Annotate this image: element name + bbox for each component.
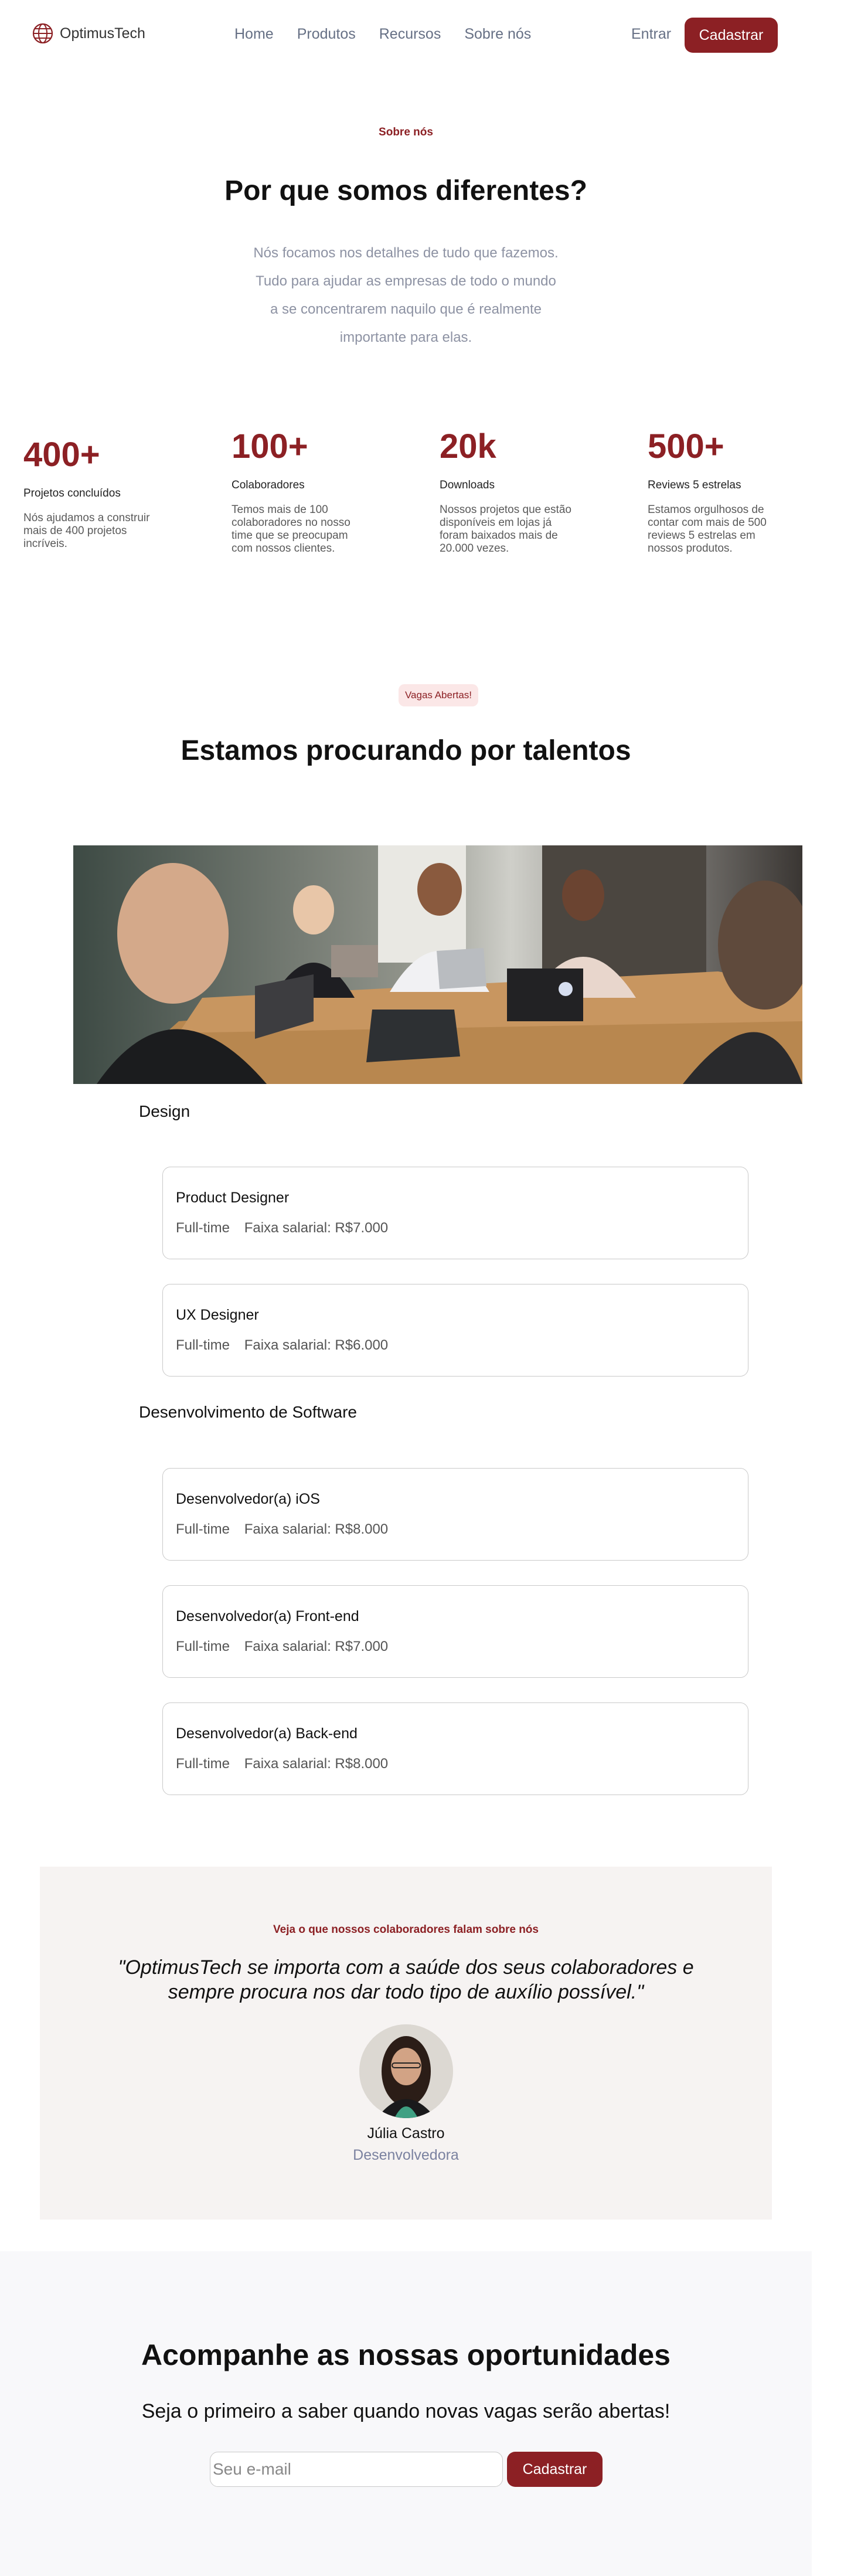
job-title: Desenvolvedor(a) Front-end [176, 1608, 359, 1625]
job-card[interactable]: UX Designer Full-time Faixa salarial: R$… [162, 1284, 748, 1377]
login-link[interactable]: Entrar [631, 26, 671, 43]
brand-name: OptimusTech [60, 25, 145, 42]
job-type: Full-time [176, 1639, 230, 1654]
job-title: Desenvolvedor(a) Back-end [176, 1725, 358, 1742]
stat-number: 500+ [648, 427, 724, 465]
job-type: Full-time [176, 1220, 230, 1236]
stat-description: Nós ajudamos a construir mais de 400 pro… [23, 512, 150, 550]
jobs-title: Estamos procurando por talentos [181, 735, 631, 766]
stat-item: 400+ Projetos concluídos Nós ajudamos a … [23, 435, 182, 550]
job-meta: Full-time Faixa salarial: R$8.000 [176, 1521, 388, 1538]
job-meta: Full-time Faixa salarial: R$7.000 [176, 1220, 388, 1236]
nav-produtos[interactable]: Produtos [297, 26, 356, 43]
email-input[interactable] [210, 2452, 503, 2487]
newsletter-section: Acompanhe as nossas oportunidades Seja o… [0, 2251, 812, 2576]
nav-sobre[interactable]: Sobre nós [464, 26, 531, 43]
stat-item: 500+ Reviews 5 estrelas Estamos orgulhos… [648, 427, 806, 555]
stat-description: Nossos projetos que estão disponíveis em… [440, 504, 571, 555]
about-description: Nós focamos nos detalhes de tudo que faz… [253, 245, 559, 345]
stat-description: Temos mais de 100 colaboradores no nosso… [232, 504, 350, 555]
team-photo [73, 845, 802, 1084]
job-salary: Faixa salarial: R$7.000 [244, 1639, 389, 1654]
category-title-development: Desenvolvimento de Software [139, 1403, 357, 1421]
main-nav: Home Produtos Recursos Sobre nós [234, 26, 531, 43]
job-type: Full-time [176, 1337, 230, 1353]
job-card[interactable]: Desenvolvedor(a) iOS Full-time Faixa sal… [162, 1468, 748, 1561]
testimonial-section: Veja o que nossos colaboradores falam so… [40, 1867, 772, 2220]
newsletter-subtitle: Seja o primeiro a saber quando novas vag… [141, 2400, 671, 2422]
avatar-illustration [359, 2024, 453, 2118]
stat-item: 100+ Colaboradores Temos mais de 100 col… [232, 427, 390, 555]
stat-label: Reviews 5 estrelas [648, 479, 741, 491]
job-salary: Faixa salarial: R$7.000 [244, 1220, 389, 1236]
signup-button[interactable]: Cadastrar [685, 18, 778, 53]
about-title: Por que somos diferentes? [224, 175, 587, 206]
job-card[interactable]: Product Designer Full-time Faixa salaria… [162, 1167, 748, 1259]
stat-item: 20k Downloads Nossos projetos que estão … [440, 427, 598, 555]
job-type: Full-time [176, 1521, 230, 1537]
job-salary: Faixa salarial: R$8.000 [244, 1521, 389, 1537]
job-title: Desenvolvedor(a) iOS [176, 1491, 320, 1507]
testimonial-name: Júlia Castro [367, 2125, 445, 2142]
avatar [359, 2024, 453, 2118]
team-photo-illustration [73, 845, 802, 1084]
job-card[interactable]: Desenvolvedor(a) Front-end Full-time Fai… [162, 1585, 748, 1678]
job-meta: Full-time Faixa salarial: R$6.000 [176, 1337, 388, 1354]
testimonial-eyebrow: Veja o que nossos colaboradores falam so… [273, 1923, 539, 1936]
testimonial-quote: "OptimusTech se importa com a saúde dos … [118, 1956, 694, 2003]
globe-icon [32, 23, 53, 44]
nav-home[interactable]: Home [234, 26, 274, 43]
job-meta: Full-time Faixa salarial: R$7.000 [176, 1639, 388, 1655]
job-salary: Faixa salarial: R$8.000 [244, 1756, 389, 1772]
nav-recursos[interactable]: Recursos [379, 26, 441, 43]
job-card[interactable]: Desenvolvedor(a) Back-end Full-time Faix… [162, 1702, 748, 1795]
job-salary: Faixa salarial: R$6.000 [244, 1337, 389, 1353]
stat-number: 100+ [232, 427, 308, 465]
job-meta: Full-time Faixa salarial: R$8.000 [176, 1756, 388, 1772]
testimonial-role: Desenvolvedora [353, 2147, 459, 2163]
brand-logo[interactable]: OptimusTech [32, 20, 145, 47]
newsletter-signup-button[interactable]: Cadastrar [507, 2452, 603, 2487]
job-title: Product Designer [176, 1190, 290, 1206]
stat-label: Colaboradores [232, 479, 305, 491]
stat-number: 20k [440, 427, 496, 465]
stat-number: 400+ [23, 436, 100, 474]
category-title-design: Design [139, 1102, 190, 1120]
job-title: UX Designer [176, 1307, 259, 1323]
open-positions-badge: Vagas Abertas! [399, 684, 478, 706]
stat-description: Estamos orgulhosos de contar com mais de… [648, 504, 767, 555]
job-type: Full-time [176, 1756, 230, 1772]
newsletter-title: Acompanhe as nossas oportunidades [141, 2339, 671, 2371]
about-eyebrow: Sobre nós [379, 126, 433, 138]
stat-label: Downloads [440, 479, 495, 491]
stat-label: Projetos concluídos [23, 487, 121, 499]
